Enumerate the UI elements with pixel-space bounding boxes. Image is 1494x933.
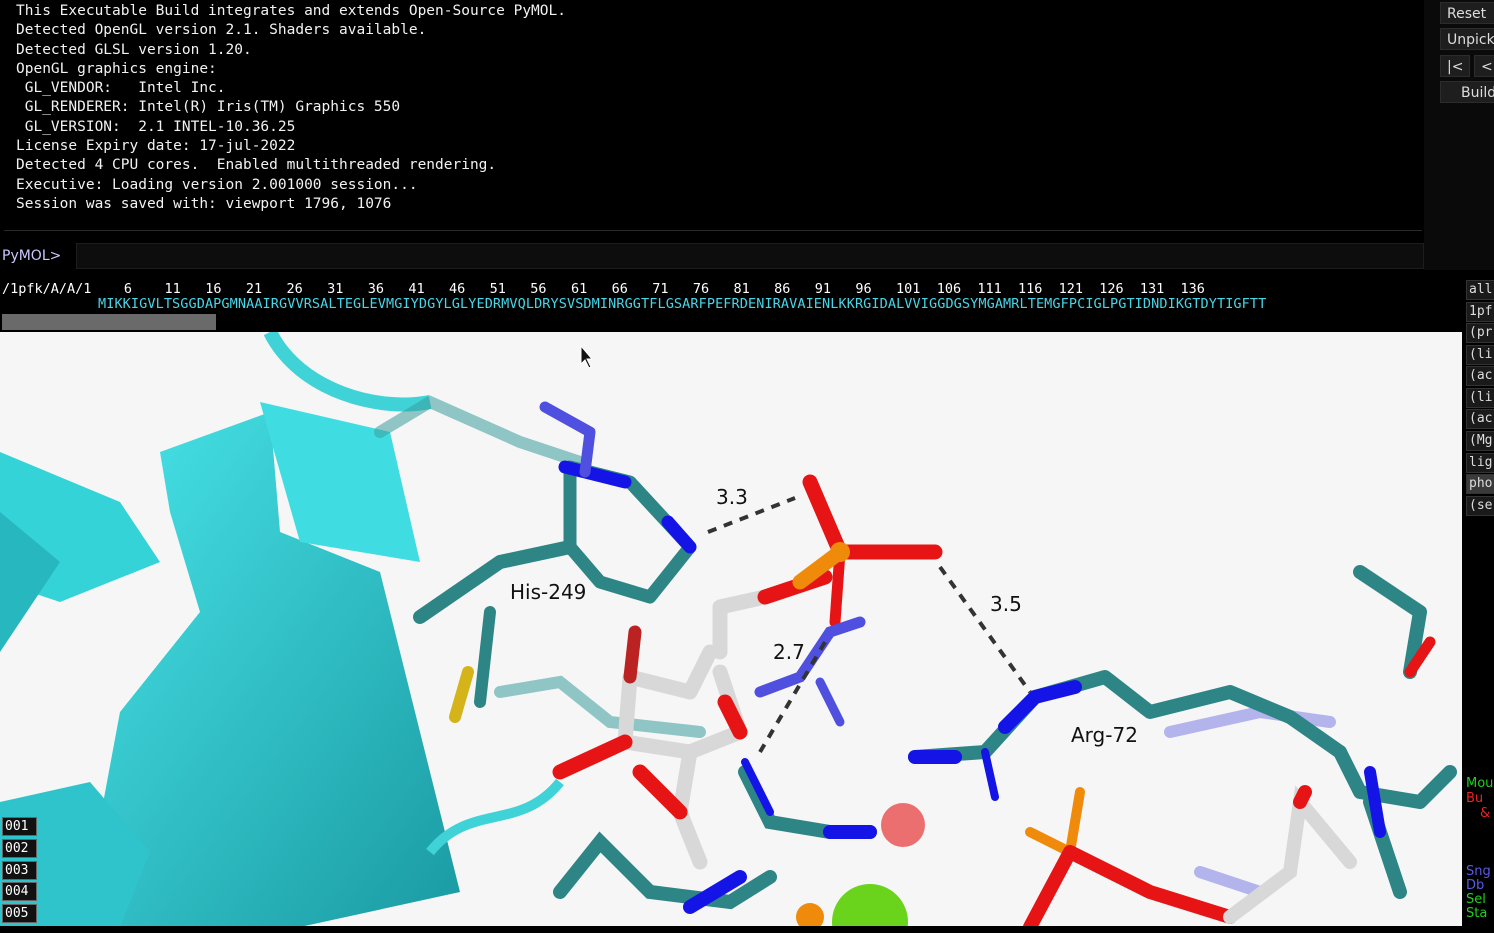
object-ligand[interactable]: lig [1466,453,1494,473]
object-sel-mg[interactable]: (Mg [1466,431,1494,451]
scene-button-2[interactable]: 002 [2,839,37,858]
mouse-mode-title: Mou [1466,776,1494,791]
distance-label-3: 2.7 [773,640,805,664]
log-line: Detected OpenGL version 2.1. Shaders ava… [16,22,427,39]
log-line: GL_RENDERER: Intel(R) Iris(TM) Graphics … [16,99,401,116]
scene-button-3[interactable]: 003 [2,861,37,880]
molecular-viewport[interactable]: 3.3 3.5 2.7 His-249 Arg-72 [0,332,1462,927]
log-line: Detected 4 CPU cores. Enabled multithrea… [16,157,497,174]
reset-button[interactable]: Reset [1440,2,1494,24]
back-button[interactable]: < [1474,55,1494,77]
sequence-scroll-thumb[interactable] [2,314,216,330]
bottom-status-strip [0,926,1494,933]
control-button-panel: Reset Unpick |< < Build [1424,0,1494,270]
log-line: GL_VERSION: 2.1 INTEL-10.36.25 [16,118,296,135]
command-input[interactable] [76,243,1424,269]
arg-label: Arg-72 [1071,723,1138,747]
mouse-mode-state: Sta [1466,906,1488,921]
log-line: Executive: Loading version 2.001000 sess… [16,176,418,193]
chain-label: /1pfk/A/A/ [2,281,84,297]
object-sel-1[interactable]: (pr [1466,323,1494,343]
log-line: This Executable Build integrates and ext… [16,3,566,19]
mouse-mode-buttons: Bu [1466,791,1484,806]
mouse-cursor-icon [580,344,594,369]
distance-label-1: 3.3 [716,485,748,509]
log-line: License Expiry date: 17-jul-2022 [16,138,296,155]
sequence-scrollbar[interactable] [2,314,1462,330]
water-sphere [881,803,925,847]
object-all[interactable]: all [1466,280,1494,300]
rewind-button[interactable]: |< [1440,55,1470,77]
output-log: This Executable Build integrates and ext… [4,0,1422,231]
build-button[interactable]: Build [1440,81,1494,103]
residue-numbers: 1 6 11 16 21 26 31 36 41 46 51 56 61 66 … [83,281,1205,297]
object-sel-5[interactable]: (ac [1466,409,1494,429]
mouse-mode-amp: & [1480,806,1491,821]
sequence-residues[interactable]: MIKKIGVLTSGGDAPGMNAAIRGVVRSALTEGLEVMGIYD… [98,296,1266,312]
scene-button-4[interactable]: 004 [2,882,37,901]
magnesium-ion [832,884,908,927]
log-text: This Executable Build integrates and ext… [16,2,1422,214]
log-line: GL_VENDOR: Intel Inc. [16,80,226,97]
molecule-render: 3.3 3.5 2.7 His-249 Arg-72 [0,332,1457,927]
sequence-numbers: /1pfk/A/A/1 6 11 16 21 26 31 36 41 46 51… [2,281,1205,297]
scene-button-1[interactable]: 001 [2,817,37,836]
object-sel-3[interactable]: (ac [1466,366,1494,386]
command-prompt: PyMOL> [2,248,62,264]
object-sel-4[interactable]: (li [1466,388,1494,408]
unpick-button[interactable]: Unpick [1440,28,1494,50]
mouse-mode-selecting[interactable]: Sel [1466,892,1486,907]
distance-line-2 [938,565,1032,694]
mouse-mode-double: Db [1466,878,1485,893]
object-sele[interactable]: (se [1466,496,1494,516]
object-1pfk[interactable]: 1pf [1466,302,1494,322]
log-line: OpenGL graphics engine: [16,60,217,77]
his-label: His-249 [510,580,586,604]
distance-label-2: 3.5 [990,592,1022,616]
object-phosphate[interactable]: pho [1466,474,1494,494]
phosphate-group [792,474,943,628]
mouse-mode-single: Sng [1466,864,1491,879]
log-line: Detected GLSL version 1.20. [16,41,252,58]
log-line: Session was saved with: viewport 1796, 1… [16,195,392,212]
scene-button-5[interactable]: 005 [2,904,37,923]
object-sel-2[interactable]: (li [1466,345,1494,365]
